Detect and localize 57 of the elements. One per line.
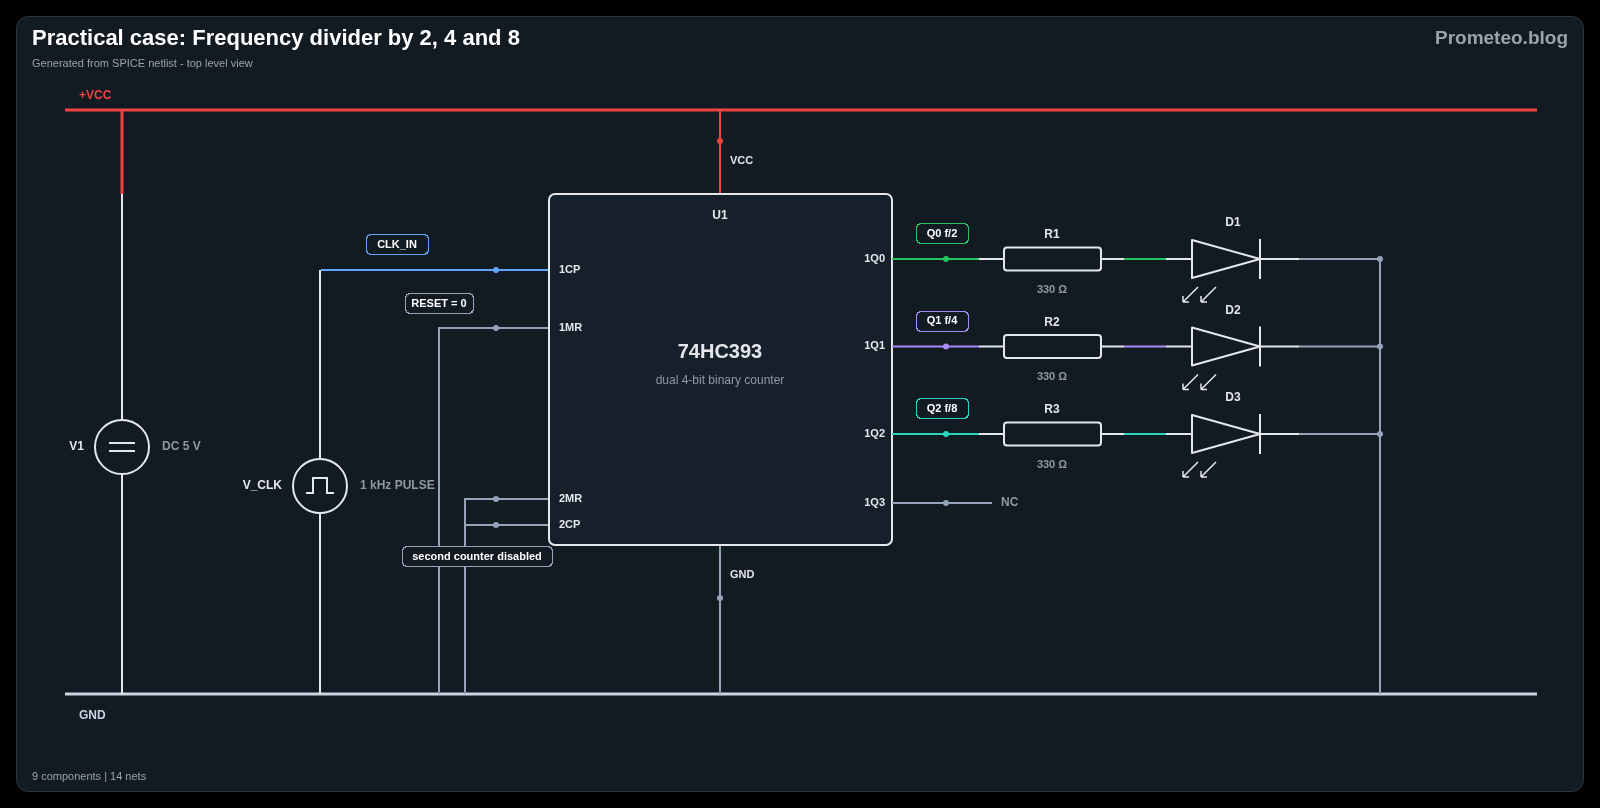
junction-dot	[493, 267, 499, 273]
light-arrows-icon	[1182, 286, 1217, 303]
pin-label: 1Q0	[864, 251, 885, 264]
diode-name: D3	[1225, 390, 1241, 405]
net-tag: Q0 f/2	[915, 222, 970, 245]
diode-name: D1	[1225, 215, 1241, 230]
junction-dot	[1377, 343, 1383, 350]
pin-label: GND	[730, 567, 755, 580]
pin-label: 1CP	[559, 262, 581, 275]
source-value: 1 kHz PULSE	[360, 478, 435, 493]
source-name: V1	[69, 439, 84, 454]
junction-dot	[1377, 256, 1383, 262]
junction-dot	[493, 325, 499, 331]
junction-dot	[943, 500, 949, 506]
rail-label: +VCC	[79, 88, 112, 103]
resistor-name: R2	[1044, 314, 1060, 329]
rail-label: GND	[79, 708, 106, 723]
pin-label: 2CP	[559, 517, 581, 530]
pin-label: 1Q1	[864, 339, 885, 352]
net-tag: second counter disabled	[401, 545, 554, 568]
net-tag: RESET = 0	[404, 292, 475, 315]
resistor-value: 330 Ω	[1036, 370, 1068, 383]
diode-symbol	[1191, 325, 1261, 368]
dc-source-symbol	[94, 419, 150, 475]
no-connect-label: NC	[1001, 495, 1019, 510]
light-arrows-icon	[1182, 373, 1217, 391]
junction-dot	[1377, 431, 1383, 437]
diode-name: D2	[1225, 302, 1241, 317]
ic-part-number: 74HC393	[677, 340, 763, 363]
pulse-source-symbol	[292, 458, 348, 514]
page-title: Practical case: Frequency divider by 2, 4 and 8	[32, 24, 520, 52]
resistor-value: 330 Ω	[1036, 282, 1068, 295]
net-tag: CLK_IN	[365, 233, 430, 256]
resistor-name: R3	[1044, 402, 1060, 417]
junction-dot	[717, 138, 723, 144]
light-arrows-icon	[1182, 461, 1217, 478]
ic-description: dual 4-bit binary counter	[655, 373, 785, 388]
junction-dot	[493, 522, 499, 528]
source-value: DC 5 V	[162, 439, 201, 454]
resistor-name: R1	[1044, 227, 1060, 242]
junction-dot	[717, 595, 723, 601]
diode-symbol	[1191, 238, 1261, 280]
diode-symbol	[1191, 413, 1261, 455]
pin-label: VCC	[730, 153, 754, 166]
site-name: Prometeo.blog	[1435, 26, 1568, 50]
junction-dot	[493, 496, 499, 502]
pin-label: 1Q2	[864, 426, 885, 439]
net-tag: Q1 f/4	[915, 310, 970, 333]
page-subtitle: Generated from SPICE netlist - top level view	[32, 56, 254, 70]
pin-label: 2MR	[559, 491, 583, 504]
footer-summary: 9 components | 14 nets	[32, 770, 147, 782]
net-tag: Q2 f/8	[915, 397, 970, 420]
source-name: V_CLK	[242, 478, 282, 493]
ic-reference: U1	[712, 208, 728, 223]
pin-label: 1MR	[559, 320, 583, 333]
resistor-value: 330 Ω	[1036, 457, 1068, 470]
pin-label: 1Q3	[864, 495, 885, 508]
